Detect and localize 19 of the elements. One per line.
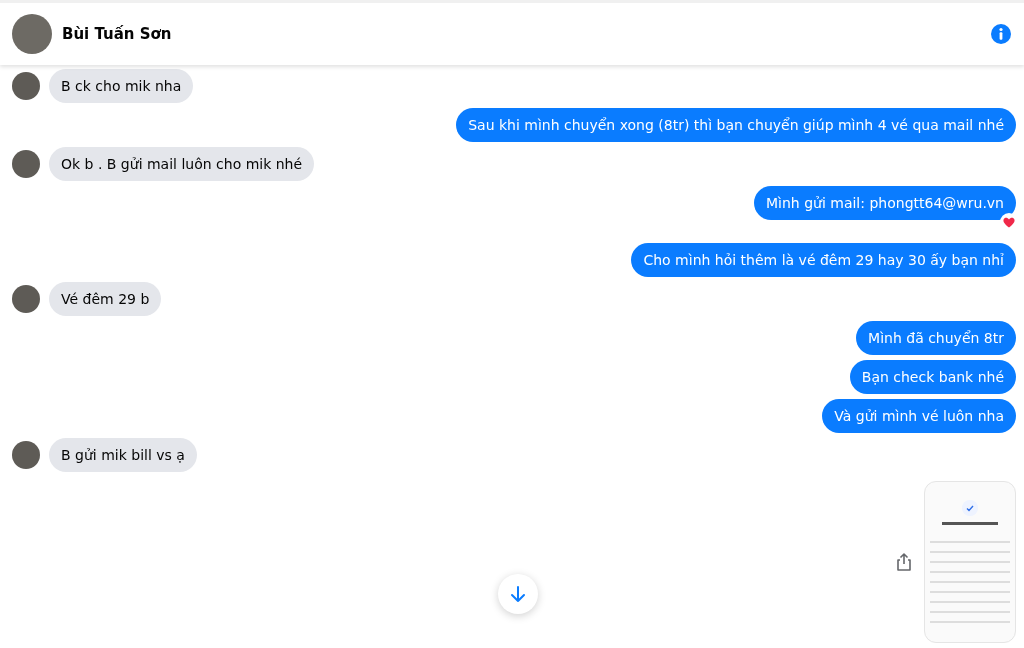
- message-bubble: B gửi mik bill vs ạ: [49, 438, 197, 472]
- message-bubble: B ck cho mik nha: [49, 69, 194, 103]
- message-bubble: Cho mình hỏi thêm là vé đêm 29 hay 30 ấy bạn nhỉ: [631, 243, 1016, 277]
- avatar[interactable]: [12, 150, 40, 178]
- scroll-down-button[interactable]: [498, 574, 538, 614]
- avatar[interactable]: [12, 72, 40, 100]
- contact-name[interactable]: Bùi Tuấn Sơn: [62, 25, 172, 43]
- info-icon[interactable]: [990, 23, 1012, 45]
- avatar[interactable]: [12, 285, 40, 313]
- message-bubble: Sau khi mình chuyển xong (8tr) thì bạn chuyển giúp mình 4 vé qua mail nhé: [456, 108, 1016, 142]
- message-bubble: Mình đã chuyển 8tr: [856, 321, 1016, 355]
- avatar[interactable]: [12, 14, 52, 54]
- message-bubble: Bạn check bank nhé: [849, 360, 1016, 394]
- avatar[interactable]: [12, 441, 40, 469]
- share-icon[interactable]: [896, 552, 912, 572]
- message-bubble: Ok b . B gửi mail luôn cho mik nhé: [49, 147, 315, 181]
- message-bubble: Vé đêm 29 b: [49, 282, 162, 316]
- message-bubble: Và gửi mình vé luôn nha: [822, 399, 1016, 433]
- arrow-down-icon: [510, 585, 526, 603]
